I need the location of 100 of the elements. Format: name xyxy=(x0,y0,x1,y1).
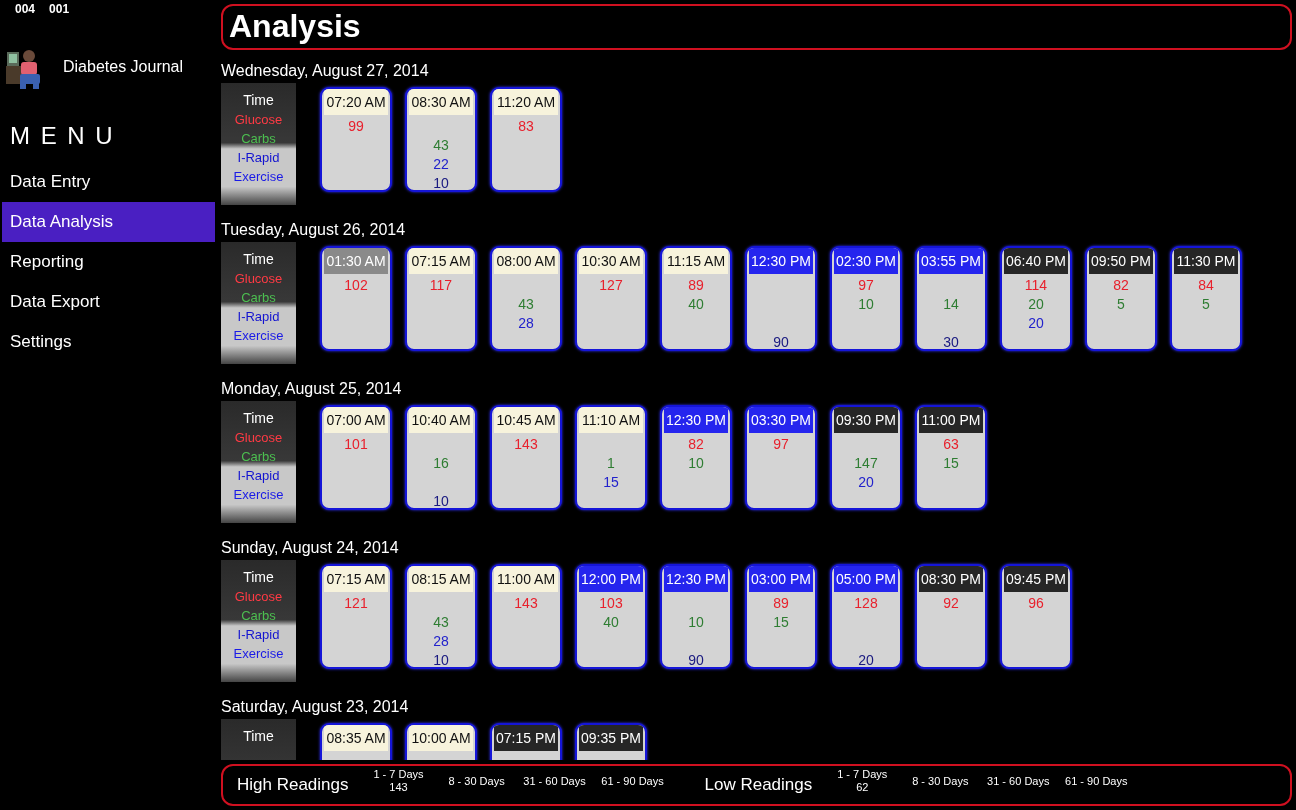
entry-time: 08:15 AM xyxy=(409,566,473,592)
day-heading: Sunday, August 24, 2014 xyxy=(221,538,400,557)
entry-card[interactable]: 11:30 PM 84 5 xyxy=(1170,246,1242,351)
entry-time: 02:30 PM xyxy=(834,248,898,274)
legend-label: Exercise xyxy=(232,168,285,186)
legend-label: Glucose xyxy=(233,270,284,288)
range-label: 1 - 7 Days xyxy=(837,768,888,781)
legend-label: Glucose xyxy=(233,588,284,606)
legend-label: I-Rapid xyxy=(236,149,281,167)
range-label: 61 - 90 Days xyxy=(1065,774,1128,788)
entry-card[interactable]: 09:35 PM xyxy=(575,723,647,760)
range-label: 61 - 90 Days xyxy=(601,774,664,788)
reading-value: 102 xyxy=(343,276,369,295)
entry-time: 12:00 PM xyxy=(579,566,643,592)
menu-item[interactable]: Data Analysis xyxy=(2,202,215,242)
reading-value: 128 xyxy=(853,594,879,613)
entry-card[interactable]: 08:00 AM 43 28 xyxy=(490,246,562,351)
entry-time: 09:30 PM xyxy=(834,407,898,433)
legend-label: Exercise xyxy=(232,486,285,504)
entry-card[interactable]: 08:15 AM 43 28 10 xyxy=(405,564,477,669)
entry-card[interactable]: 03:00 PM 89 15 xyxy=(745,564,817,669)
reading-value: 90 xyxy=(687,651,705,667)
entry-card[interactable]: 10:40 AM 16 10 xyxy=(405,405,477,510)
reading-value: 15 xyxy=(772,613,790,632)
reading-value: 16 xyxy=(432,454,450,473)
entry-card[interactable]: 10:30 AM 127 xyxy=(575,246,647,351)
reading-value: 84 xyxy=(1197,276,1215,295)
entry-card[interactable]: 09:50 PM 82 5 xyxy=(1085,246,1157,351)
reading-value: 82 xyxy=(687,435,705,454)
entry-card[interactable]: 07:15 AM 121 xyxy=(320,564,392,669)
range-label: 8 - 30 Days xyxy=(912,774,969,788)
reading-value: 89 xyxy=(772,594,790,613)
entry-time: 07:15 AM xyxy=(409,248,473,274)
reading-value: 121 xyxy=(343,594,369,613)
menu-item[interactable]: Settings xyxy=(2,322,215,362)
entry-card[interactable]: 09:30 PM 147 20 xyxy=(830,405,902,510)
legend-label: Carbs xyxy=(240,289,277,307)
entry-card[interactable]: 08:30 AM 43 22 10 xyxy=(405,87,477,192)
reading-value: 5 xyxy=(1201,295,1211,314)
entry-card[interactable]: 10:00 AM xyxy=(405,723,477,760)
entry-card[interactable]: 11:10 AM 1 15 xyxy=(575,405,647,510)
entry-card[interactable]: 08:35 AM xyxy=(320,723,392,760)
reading-value: 20 xyxy=(857,473,875,492)
range-label: 1 - 7 Days xyxy=(373,768,424,781)
entry-card[interactable]: 02:30 PM 97 10 xyxy=(830,246,902,351)
entry-card[interactable]: 11:00 AM 143 xyxy=(490,564,562,669)
reading-value: 15 xyxy=(602,473,620,492)
legend-label: I-Rapid xyxy=(236,626,281,644)
reading-value: 40 xyxy=(602,613,620,632)
entry-card[interactable]: 07:15 AM 117 xyxy=(405,246,477,351)
entry-card[interactable]: 11:20 AM 83 xyxy=(490,87,562,192)
summary-label: Low Readings xyxy=(704,775,813,795)
menu-item[interactable]: Reporting xyxy=(2,242,215,282)
entry-card[interactable]: 03:30 PM 97 xyxy=(745,405,817,510)
range-label: 31 - 60 Days xyxy=(987,774,1050,788)
entry-card[interactable]: 06:40 PM 114 20 20 xyxy=(1000,246,1072,351)
menu-item[interactable]: Data Export xyxy=(2,282,215,322)
entry-card[interactable]: 07:00 AM 101 xyxy=(320,405,392,510)
entry-time: 08:35 AM xyxy=(324,725,388,751)
menu-item[interactable]: Data Entry xyxy=(2,162,215,202)
entry-time: 12:30 PM xyxy=(664,566,728,592)
legend-label: Carbs xyxy=(240,130,277,148)
reading-value: 103 xyxy=(598,594,624,613)
summary-label: High Readings xyxy=(237,775,349,795)
entry-card[interactable]: 12:30 PM 10 90 xyxy=(660,564,732,669)
legend-label: I-Rapid xyxy=(236,467,281,485)
entry-card[interactable]: 03:55 PM 14 30 xyxy=(915,246,987,351)
range-value: 143 xyxy=(389,781,408,794)
reading-value: 101 xyxy=(343,435,369,454)
legend-label: Exercise xyxy=(232,645,285,663)
entry-time: 08:00 AM xyxy=(494,248,558,274)
legend-label: Carbs xyxy=(240,607,277,625)
entry-card[interactable]: 08:30 PM 92 xyxy=(915,564,987,669)
entry-card[interactable]: 07:20 AM 99 xyxy=(320,87,392,192)
entry-time: 11:15 AM xyxy=(664,248,728,274)
reading-value: 82 xyxy=(1112,276,1130,295)
entry-card[interactable]: 09:45 PM 96 xyxy=(1000,564,1072,669)
entry-card[interactable]: 07:15 PM xyxy=(490,723,562,760)
entry-card[interactable]: 12:00 PM 103 40 xyxy=(575,564,647,669)
legend-label: Glucose xyxy=(233,111,284,129)
entry-card[interactable]: 10:45 AM 143 xyxy=(490,405,562,510)
entry-card[interactable]: 11:00 PM 63 15 xyxy=(915,405,987,510)
entry-time: 05:00 PM xyxy=(834,566,898,592)
entry-card[interactable]: 12:30 PM 90 xyxy=(745,246,817,351)
reading-value: 10 xyxy=(857,295,875,314)
entry-card[interactable]: 11:15 AM 89 40 xyxy=(660,246,732,351)
reading-value: 20 xyxy=(1027,314,1045,333)
status-code: 004 xyxy=(15,2,36,18)
entry-time: 09:45 PM xyxy=(1004,566,1068,592)
reading-value: 30 xyxy=(942,333,960,349)
entry-time: 11:30 PM xyxy=(1174,248,1238,274)
entry-time: 09:35 PM xyxy=(579,725,643,751)
entry-card[interactable]: 05:00 PM 128 20 xyxy=(830,564,902,669)
entry-time: 07:15 PM xyxy=(494,725,558,751)
entry-time: 03:30 PM xyxy=(749,407,813,433)
entry-card[interactable]: 12:30 PM 82 10 xyxy=(660,405,732,510)
reading-value: 10 xyxy=(432,651,450,667)
entry-time: 09:50 PM xyxy=(1089,248,1153,274)
reading-value: 117 xyxy=(428,276,454,295)
entry-time: 11:00 AM xyxy=(494,566,558,592)
